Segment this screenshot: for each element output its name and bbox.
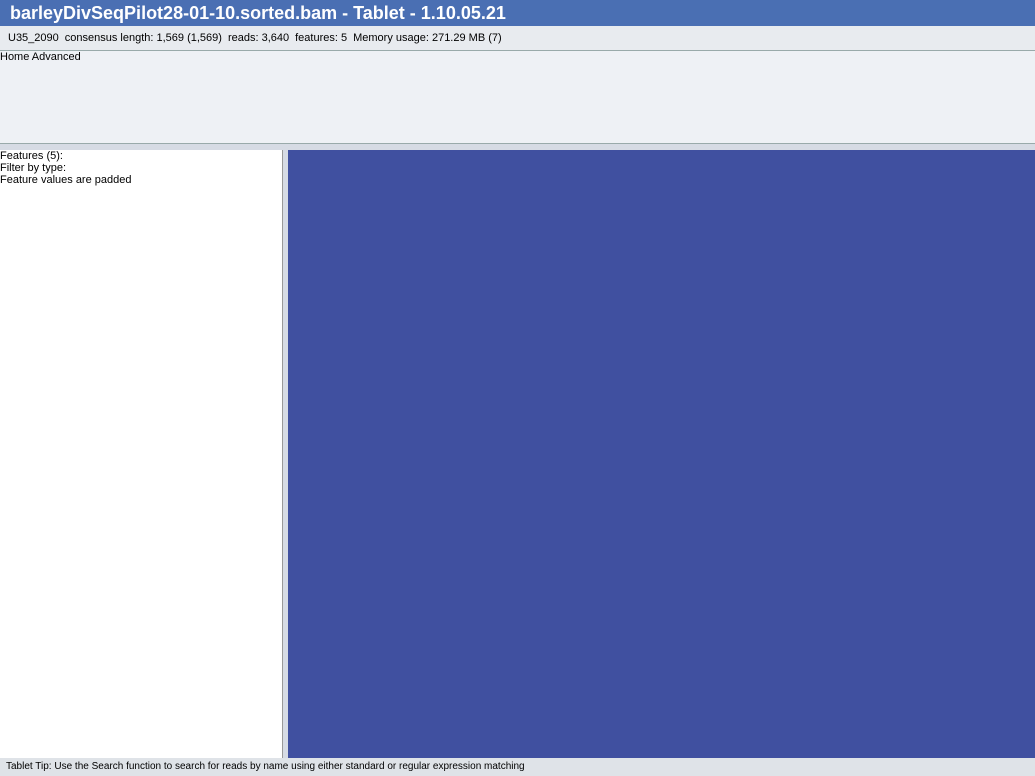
reads-count: reads: 3,640 — [227, 32, 290, 44]
contig-select[interactable]: U35_2090 — [8, 32, 59, 44]
filter-label: Filter by type: — [0, 162, 67, 174]
features-label: Features (5): — [0, 150, 63, 162]
contig-info-bar: U35_2090 consensus length: 1,569 (1,569)… — [0, 26, 1035, 51]
alignment-view[interactable] — [288, 150, 1035, 758]
features-panel: Features (5): Filter by type: Feature va… — [0, 150, 283, 758]
consensus-length: consensus length: 1,569 (1,569) — [64, 32, 222, 44]
status-tip: Tablet Tip: Use the Search function to s… — [0, 758, 1035, 776]
ribbon: Home Advanced — [0, 51, 1035, 144]
memory-usage: Memory usage: 271.29 MB (7) — [353, 32, 502, 44]
tab-advanced[interactable]: Advanced — [32, 51, 81, 63]
padded-checkbox-label[interactable]: Feature values are padded — [0, 174, 282, 186]
window-title: barleyDivSeqPilot28-01-10.sorted.bam - T… — [0, 0, 1035, 26]
features-count: features: 5 — [295, 32, 348, 44]
tab-home[interactable]: Home — [0, 51, 29, 63]
